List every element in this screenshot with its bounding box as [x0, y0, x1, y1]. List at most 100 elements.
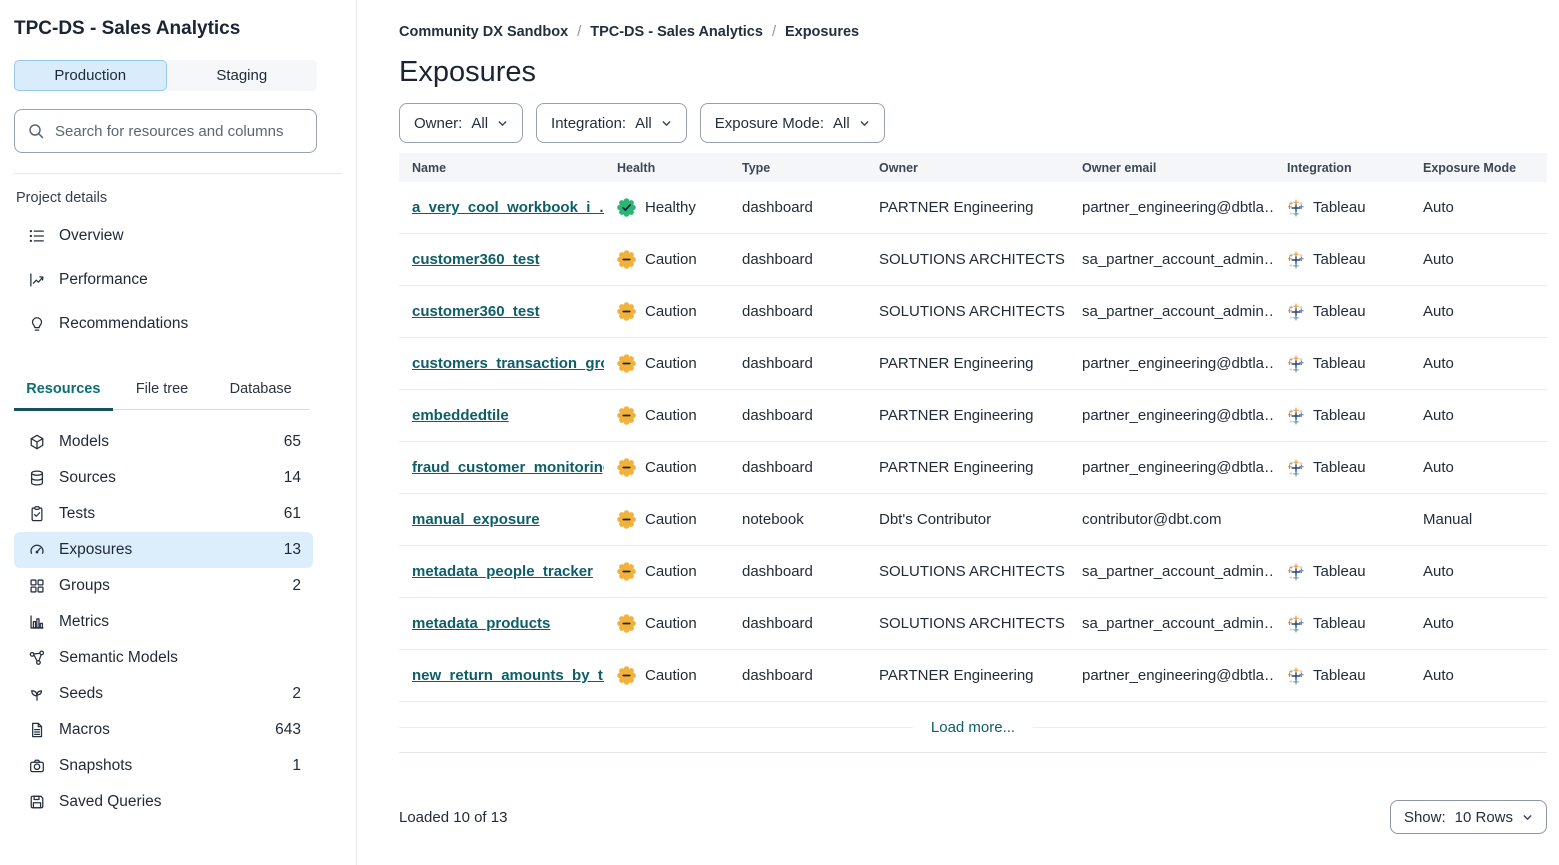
sidebar-item-semantic-models[interactable]: Semantic Models	[14, 640, 313, 676]
exposure-name-link[interactable]: customers_transaction_gro…	[412, 355, 604, 372]
resource-item-label: Semantic Models	[59, 649, 301, 667]
health-cell: Caution	[604, 250, 729, 269]
table-footer: Loaded 10 of 13 Show: 10 Rows	[399, 800, 1547, 834]
sidebar-item-metrics[interactable]: Metrics	[14, 604, 313, 640]
resource-item-count: 2	[292, 577, 301, 595]
sidebar-item-seeds[interactable]: Seeds 2	[14, 676, 313, 712]
owner-cell: PARTNER Engineering	[866, 667, 1069, 684]
gauge-icon	[28, 541, 46, 559]
chart-line-icon	[28, 271, 46, 289]
health-label: Caution	[645, 459, 697, 476]
type-cell: dashboard	[729, 355, 866, 372]
load-more-link[interactable]: Load more...	[913, 719, 1033, 736]
sidebar-item-saved-queries[interactable]: Saved Queries	[14, 784, 313, 820]
sidebar-item-snapshots[interactable]: Snapshots 1	[14, 748, 313, 784]
column-header: Health	[604, 161, 729, 175]
chevron-down-icon	[497, 118, 508, 129]
exposure-mode-cell: Auto	[1410, 615, 1547, 632]
tab-resources[interactable]: Resources	[14, 372, 113, 409]
integration-cell: Tableau	[1274, 303, 1410, 321]
nav-item-label: Performance	[59, 271, 148, 289]
type-cell: dashboard	[729, 251, 866, 268]
integration-cell: Tableau	[1274, 667, 1410, 685]
type-cell: dashboard	[729, 615, 866, 632]
search-icon	[27, 122, 45, 140]
resource-item-label: Macros	[59, 721, 275, 739]
sidebar-item-sources[interactable]: Sources 14	[14, 460, 313, 496]
health-cell: Healthy	[604, 198, 729, 217]
filter-owner[interactable]: Owner: All	[399, 103, 523, 143]
table-row: new_return_amounts_by_t… Caution dashboa…	[399, 650, 1547, 702]
breadcrumb-item[interactable]: TPC-DS - Sales Analytics	[590, 24, 763, 40]
integration-cell: Tableau	[1274, 407, 1410, 425]
exposure-name-link[interactable]: manual_exposure	[412, 511, 540, 528]
resource-item-count: 14	[284, 469, 301, 487]
seedling-icon	[28, 685, 46, 703]
owner-cell: PARTNER Engineering	[866, 355, 1069, 372]
filter-exposure-mode[interactable]: Exposure Mode: All	[700, 103, 885, 143]
floppy-icon	[28, 793, 46, 811]
type-cell: dashboard	[729, 459, 866, 476]
sidebar-item-tests[interactable]: Tests 61	[14, 496, 313, 532]
type-cell: dashboard	[729, 563, 866, 580]
column-header: Owner email	[1069, 161, 1274, 175]
table-row: manual_exposure Caution notebook Dbt's C…	[399, 494, 1547, 546]
tableau-icon	[1287, 407, 1305, 425]
exposure-name-link[interactable]: metadata_people_tracker	[412, 563, 593, 580]
caution-badge-icon	[617, 666, 636, 685]
filter-integration[interactable]: Integration: All	[536, 103, 687, 143]
staging-toggle-button[interactable]: Staging	[167, 60, 318, 91]
exposure-name-link[interactable]: customer360_test	[412, 251, 540, 268]
tableau-icon	[1287, 199, 1305, 217]
exposure-name-link[interactable]: a_very_cool_workbook_i_…	[412, 199, 604, 216]
exposure-name-link[interactable]: customer360_test	[412, 303, 540, 320]
owner-email-cell: partner_engineering@dbtla…	[1069, 199, 1274, 216]
resource-item-label: Exposures	[59, 541, 284, 559]
filter-value: All	[471, 115, 488, 132]
sidebar-item-models[interactable]: Models 65	[14, 424, 313, 460]
list-icon	[28, 227, 46, 245]
exposure-mode-cell: Manual	[1410, 511, 1547, 528]
exposure-name-link[interactable]: fraud_customer_monitoring	[412, 459, 604, 476]
owner-email-cell: sa_partner_account_admin…	[1069, 251, 1274, 268]
sidebar-item-macros[interactable]: Macros 643	[14, 712, 313, 748]
resource-item-label: Saved Queries	[59, 793, 301, 811]
exposure-name-link[interactable]: new_return_amounts_by_t…	[412, 667, 604, 684]
exposure-name-link[interactable]: metadata_products	[412, 615, 550, 632]
resource-item-count: 13	[284, 541, 301, 559]
search-box[interactable]	[14, 109, 317, 153]
owner-email-cell: sa_partner_account_admin…	[1069, 303, 1274, 320]
breadcrumb-item[interactable]: Exposures	[785, 24, 859, 40]
production-toggle-button[interactable]: Production	[14, 60, 167, 91]
sidebar-nav-item-performance[interactable]: Performance	[14, 258, 342, 302]
breadcrumb-item[interactable]: Community DX Sandbox	[399, 24, 568, 40]
search-input[interactable]	[55, 123, 304, 140]
owner-cell: PARTNER Engineering	[866, 459, 1069, 476]
health-label: Caution	[645, 303, 697, 320]
sidebar-nav-item-recommendations[interactable]: Recommendations	[14, 302, 342, 346]
health-cell: Caution	[604, 510, 729, 529]
exposure-mode-cell: Auto	[1410, 251, 1547, 268]
cube-icon	[28, 433, 46, 451]
owner-email-cell: partner_engineering@dbtla…	[1069, 459, 1274, 476]
health-cell: Caution	[604, 354, 729, 373]
type-cell: dashboard	[729, 667, 866, 684]
health-label: Caution	[645, 615, 697, 632]
grid-icon	[28, 577, 46, 595]
tab-database[interactable]: Database	[211, 372, 310, 409]
health-cell: Caution	[604, 614, 729, 633]
caution-badge-icon	[617, 562, 636, 581]
sidebar-item-exposures[interactable]: Exposures 13	[14, 532, 313, 568]
integration-label: Tableau	[1313, 407, 1366, 424]
integration-cell: Tableau	[1274, 251, 1410, 269]
sidebar-divider	[14, 173, 342, 174]
exposure-name-link[interactable]: embeddedtile	[412, 407, 509, 424]
health-label: Caution	[645, 407, 697, 424]
show-rows-dropdown[interactable]: Show: 10 Rows	[1390, 800, 1547, 834]
sidebar-nav-item-overview[interactable]: Overview	[14, 214, 342, 258]
tab-file-tree[interactable]: File tree	[113, 372, 212, 409]
sidebar-item-groups[interactable]: Groups 2	[14, 568, 313, 604]
project-details-label: Project details	[16, 190, 342, 206]
owner-cell: PARTNER Engineering	[866, 199, 1069, 216]
health-label: Caution	[645, 355, 697, 372]
